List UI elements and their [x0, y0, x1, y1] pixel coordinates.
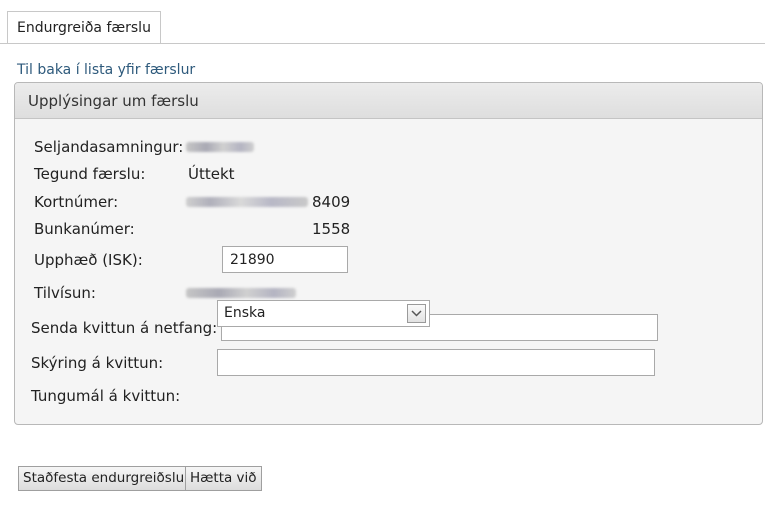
- receipt-note-input[interactable]: [217, 349, 655, 376]
- confirm-refund-button[interactable]: Staðfesta endurgreiðslu: [18, 466, 190, 491]
- panel-header: Upplýsingar um færslu: [15, 83, 762, 119]
- card-number-label: Kortnúmer:: [34, 193, 119, 211]
- merchant-agreement-redacted: [186, 142, 254, 152]
- receipt-language-label: Tungumál á kvittun:: [31, 387, 181, 405]
- amount-input[interactable]: [222, 246, 348, 273]
- receipt-language-select[interactable]: Enska: [217, 300, 430, 327]
- card-number-redacted: [186, 197, 308, 207]
- reference-redacted: [186, 288, 296, 298]
- back-to-transactions-link[interactable]: Til baka í lista yfir færslur: [17, 62, 195, 78]
- amount-label: Upphæð (ISK):: [34, 251, 143, 269]
- cancel-button[interactable]: Hætta við: [185, 466, 262, 491]
- transaction-type-label: Tegund færslu:: [34, 165, 146, 183]
- tab-refund-transaction[interactable]: Endurgreiða færslu: [7, 11, 161, 43]
- merchant-agreement-label: Seljandasamningur:: [34, 138, 184, 156]
- tab-bar: Endurgreiða færslu: [0, 0, 765, 44]
- chevron-down-icon[interactable]: [407, 304, 426, 323]
- transaction-type-value: Úttekt: [188, 165, 235, 183]
- card-number-last4: 8409: [312, 193, 351, 211]
- batch-number-value: 1558: [312, 220, 351, 238]
- reference-label: Tilvísun:: [34, 284, 96, 302]
- receipt-email-label: Senda kvittun á netfang:: [31, 319, 218, 337]
- receipt-language-selected: Enska: [224, 305, 266, 321]
- batch-number-label: Bunkanúmer:: [34, 220, 135, 238]
- receipt-note-label: Skýring á kvittun:: [31, 354, 164, 372]
- panel-title: Upplýsingar um færslu: [28, 92, 199, 110]
